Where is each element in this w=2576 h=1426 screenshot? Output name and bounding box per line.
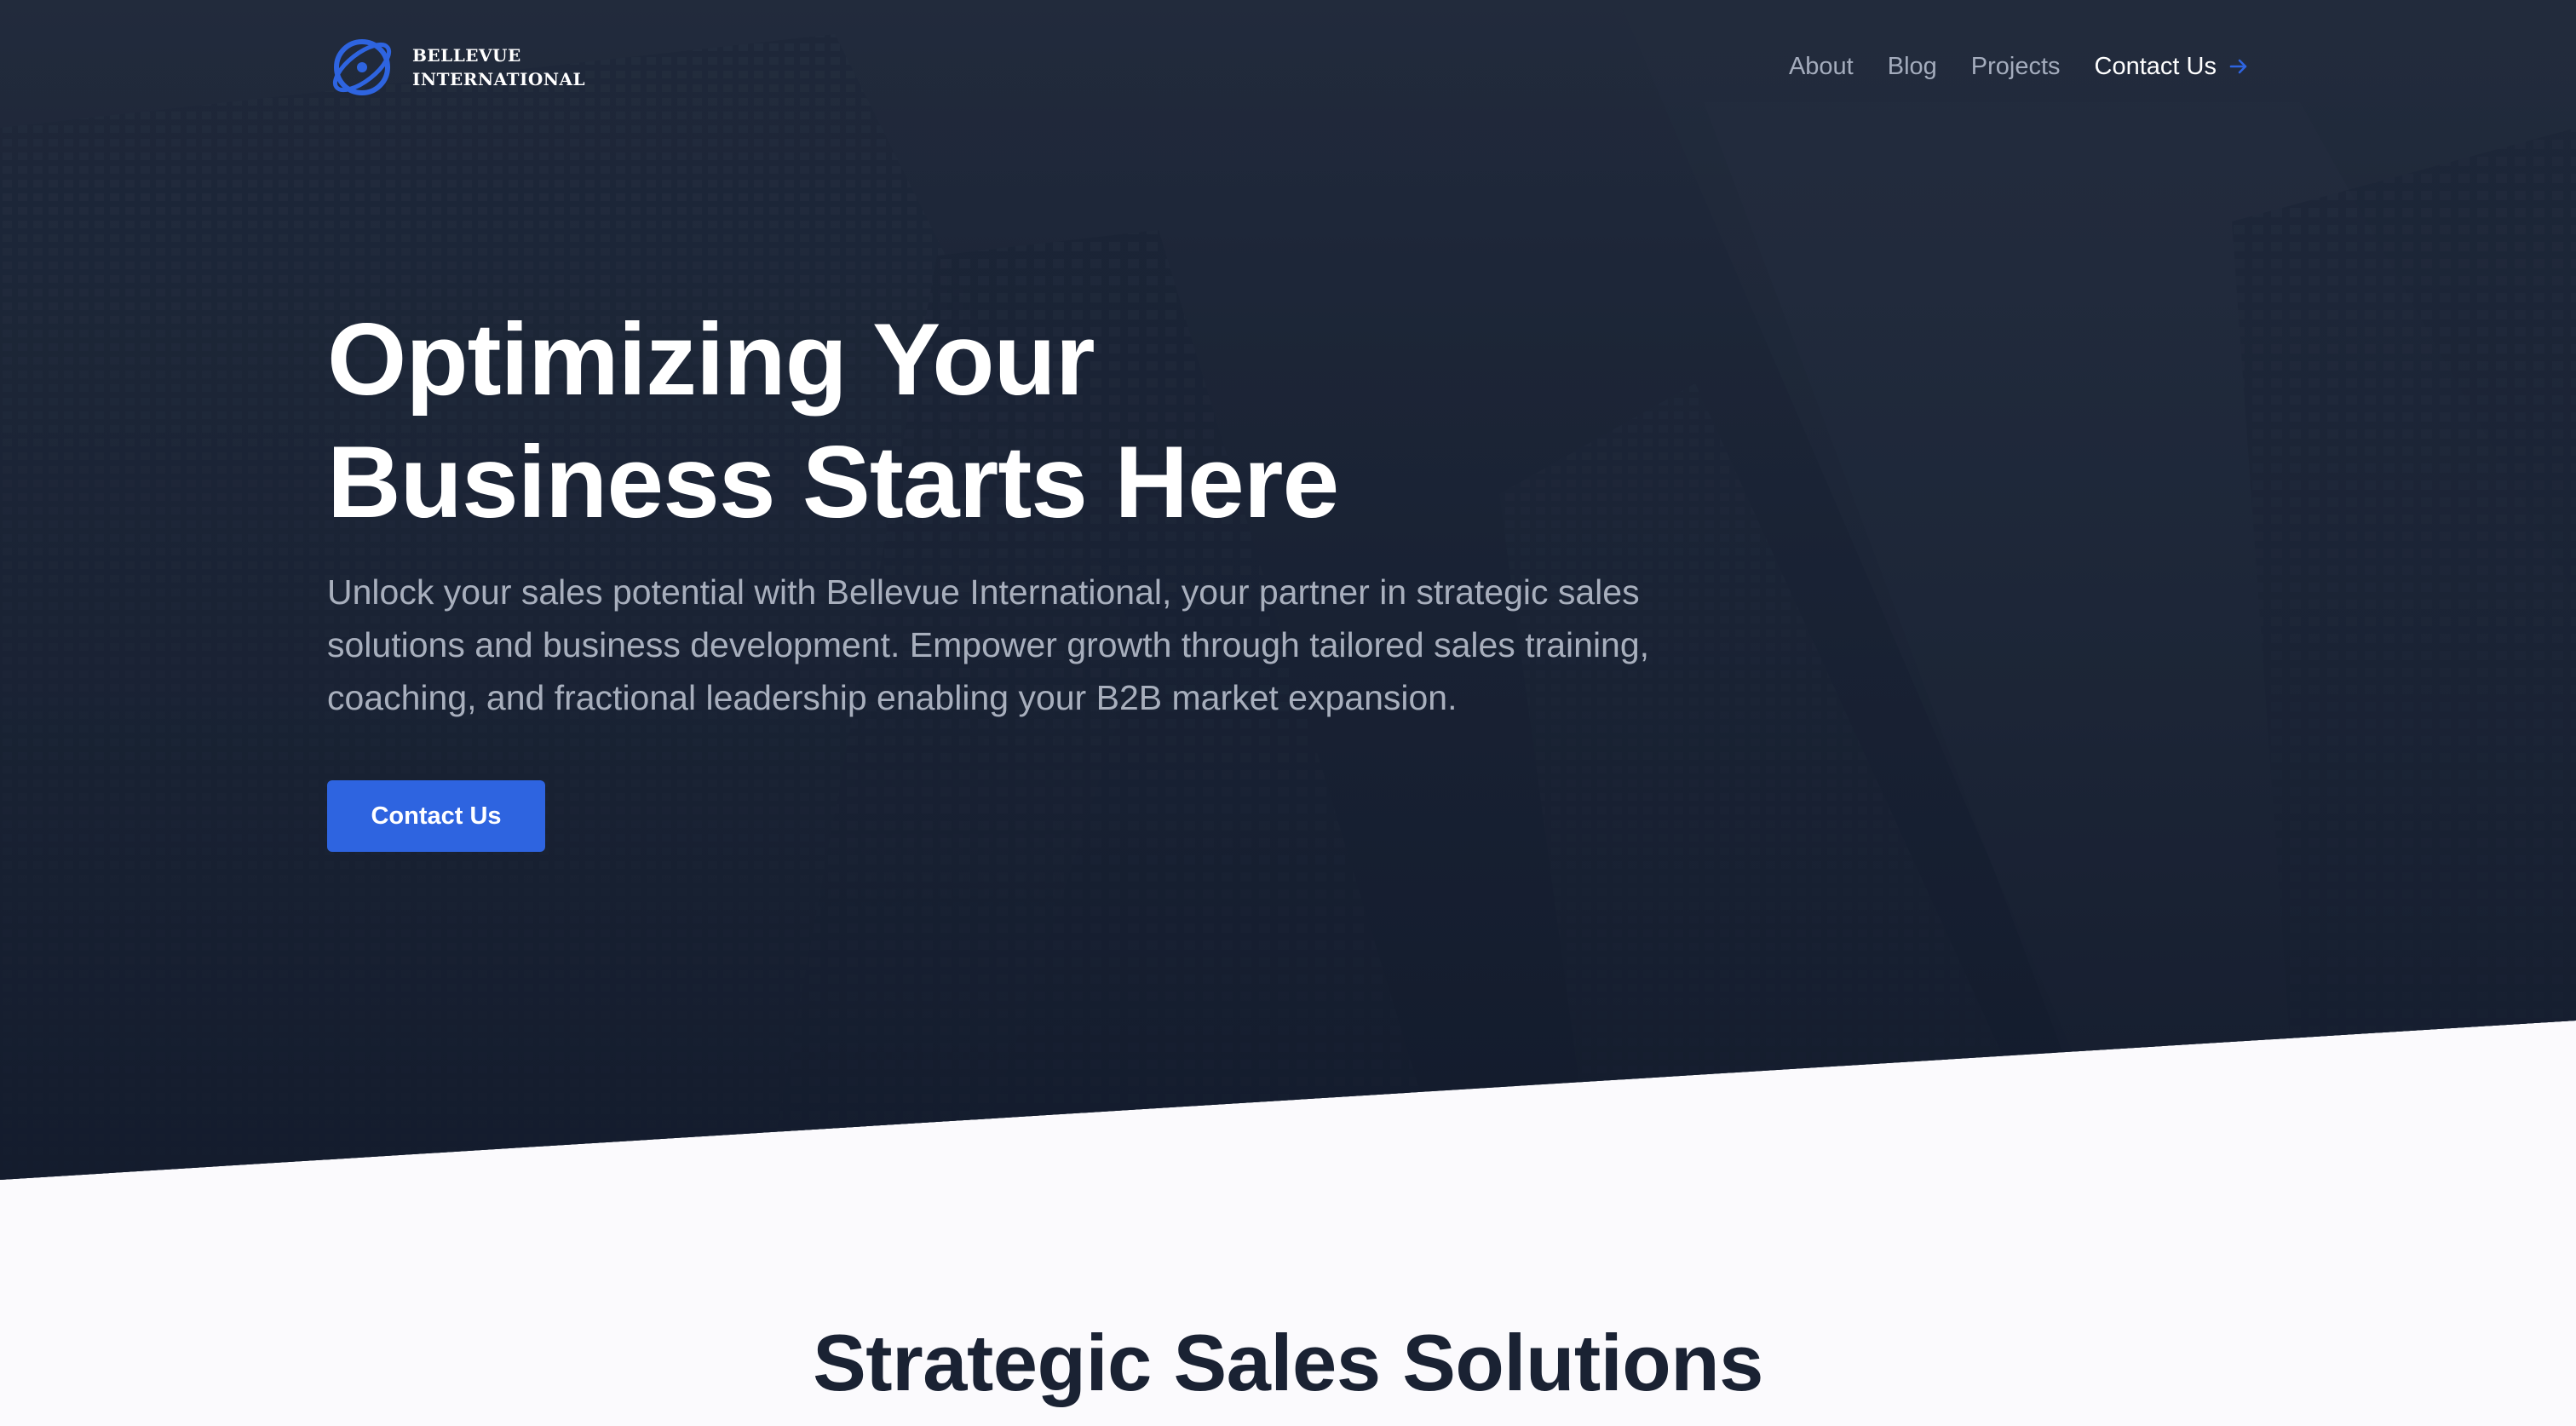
nav-link-contact-us[interactable]: Contact Us	[2095, 48, 2249, 85]
brand-name-line1: BELLEVUE	[412, 45, 521, 66]
hero-subtitle: Unlock your sales potential with Bellevu…	[327, 572, 1650, 717]
contact-us-button[interactable]: Contact Us	[327, 780, 545, 852]
nav-link-about[interactable]: About	[1789, 48, 1854, 85]
hero-title-line1: Optimizing Your	[327, 302, 1095, 417]
hero-title-line2: Business Starts Here	[327, 425, 1339, 539]
brand-name: BELLEVUE INTERNATIONAL	[412, 43, 585, 91]
nav-link-blog[interactable]: Blog	[1888, 48, 1937, 85]
brand-logo[interactable]: BELLEVUE INTERNATIONAL	[327, 32, 585, 102]
brand-name-line2: INTERNATIONAL	[412, 69, 586, 89]
nav-link-projects[interactable]: Projects	[1971, 48, 2061, 85]
hero-title: Optimizing Your Business Starts Here	[327, 298, 1520, 543]
nav-contact-label: Contact Us	[2094, 53, 2217, 80]
section-title: Strategic Sales Solutions	[813, 1318, 1763, 1407]
main-navigation: About Blog Projects Contact Us	[1789, 48, 2249, 85]
arrow-right-icon	[2229, 59, 2247, 74]
globe-orbit-logo-icon	[332, 39, 392, 95]
